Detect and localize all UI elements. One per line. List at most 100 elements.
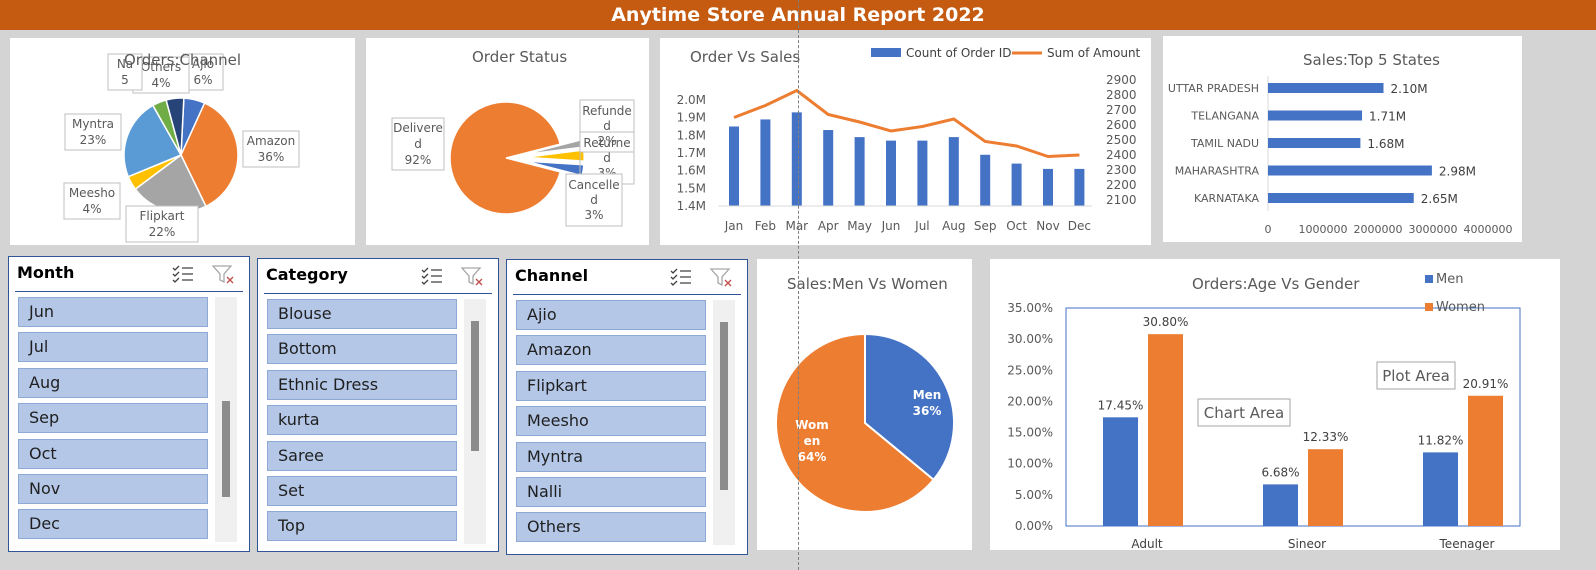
bar-teenager-women[interactable]	[1468, 395, 1503, 526]
order-bar-jul[interactable]	[917, 140, 928, 206]
order-status-chart[interactable]: Delivere d 92% Refunde d 2% Returne d 3%…	[366, 38, 649, 245]
clear-filter-icon[interactable]	[709, 266, 733, 288]
bar-sineor-women[interactable]	[1308, 449, 1343, 526]
bar-adult-men[interactable]	[1103, 417, 1138, 526]
month-slicer-scroll-thumb[interactable]	[222, 401, 230, 497]
order-bar-jun[interactable]	[886, 140, 896, 206]
order-bar-oct[interactable]	[1011, 163, 1022, 206]
bar-adult-women[interactable]	[1148, 334, 1183, 526]
clear-filter-icon[interactable]	[460, 265, 484, 287]
category-item-kurta[interactable]: kurta	[267, 405, 457, 436]
state-bar-uttar-pradesh[interactable]	[1268, 83, 1384, 93]
age-gender-y-tick: 20.00%	[1007, 394, 1053, 408]
right-tick-label: 2600	[1106, 118, 1137, 132]
category-item-set[interactable]: Set	[267, 476, 457, 506]
order-bar-feb[interactable]	[760, 119, 771, 206]
svg-text:d: d	[603, 119, 611, 133]
month-item-sep[interactable]: Sep	[18, 403, 208, 434]
order-bar-jan[interactable]	[729, 126, 739, 207]
age-category-label: Adult	[1131, 537, 1163, 550]
order-status-pie	[449, 101, 585, 215]
left-axis-ticks: 2.0M 1.9M 1.8M 1.7M 1.6M 1.5M 1.4M	[677, 93, 706, 213]
category-slicer[interactable]: Category Blouse Bottom Ethnic Dress kurta Sa…	[257, 258, 499, 552]
age-gender-y-tick: 35.00%	[1007, 301, 1053, 315]
category-item-saree[interactable]: Saree	[267, 440, 457, 471]
clear-filter-icon[interactable]	[211, 263, 235, 285]
category-item-top[interactable]: Top	[267, 511, 457, 542]
month-label: Jun	[881, 219, 901, 233]
channel-slicer-header: Channel	[515, 266, 589, 285]
sum-amount-line	[733, 88, 1080, 159]
orders-channel-chart[interactable]: Ajio 6% Amazon 36% Flipkart 22% Meesho 4% Myntra…	[10, 38, 355, 245]
top-states-chart[interactable]: UTTAR PRADESH 2.10M TELANGANA 1.71M TAMIL NA…	[1163, 36, 1522, 242]
state-value-label: 2.65M	[1421, 192, 1458, 206]
women-pct: 64%	[798, 450, 827, 464]
right-tick-label: 2300	[1106, 163, 1137, 177]
channel-item-nalli[interactable]: Nalli	[516, 477, 706, 507]
orders-channel-pie	[123, 97, 239, 213]
men-women-chart[interactable]: Men 36% Wom en 64% Sales:Men Vs Women	[757, 259, 972, 550]
channel-slicer[interactable]: Channel Ajio Amazon Flipkart Meesho Myntra Na…	[506, 259, 748, 555]
state-x-tick: 3000000	[1409, 223, 1458, 236]
bar-value-label: 11.82%	[1418, 433, 1464, 447]
state-bar-maharashtra[interactable]	[1268, 165, 1432, 176]
month-item-nov[interactable]: Nov	[18, 474, 208, 504]
category-item-bottom[interactable]: Bottom	[267, 334, 457, 365]
cancelled-label: Cancelle d 3%	[565, 173, 623, 227]
state-value-label: 1.71M	[1369, 110, 1406, 124]
month-label: Dec	[1068, 219, 1091, 233]
month-slicer[interactable]: Month Jun Jul Aug Sep Oct Nov Dec	[8, 256, 250, 552]
order-bar-aug[interactable]	[948, 137, 959, 206]
channel-item-flipkart[interactable]: Flipkart	[516, 370, 706, 401]
svg-text:Flipkart: Flipkart	[140, 209, 185, 223]
men-women-svg: Men 36% Wom en 64%	[775, 332, 955, 513]
multi-select-icon[interactable]	[420, 265, 444, 287]
order-bar-dec[interactable]	[1074, 168, 1085, 206]
month-item-dec[interactable]: Dec	[18, 509, 208, 540]
bar-value-label: 12.33%	[1303, 430, 1349, 444]
legend-line-label: Sum of Amount	[1047, 46, 1141, 60]
channel-slicer-scroll-thumb[interactable]	[720, 322, 728, 490]
state-name: TAMIL NADU	[1190, 137, 1259, 150]
state-bar-tamil-nadu[interactable]	[1268, 138, 1361, 148]
month-item-aug[interactable]: Aug	[18, 367, 208, 398]
order-bar-may[interactable]	[854, 137, 865, 206]
svg-text:Refunde: Refunde	[582, 104, 632, 118]
order-bar-apr[interactable]	[823, 130, 834, 206]
age-gender-chart[interactable]: 35.00% 30.00% 25.00% 20.00% 15.00% 10.00% 5.00…	[990, 259, 1560, 551]
left-tick-label: 1.6M	[677, 164, 706, 178]
states-bars: UTTAR PRADESH 2.10M TELANGANA 1.71M TAMIL NA…	[1168, 82, 1476, 206]
multi-select-icon[interactable]	[171, 263, 195, 285]
order-bar-nov[interactable]	[1043, 168, 1053, 206]
bar-sineor-men[interactable]	[1263, 484, 1298, 526]
right-tick-label: 2900	[1106, 73, 1137, 87]
month-item-jun[interactable]: Jun	[18, 297, 208, 327]
order-vs-sales-chart[interactable]: Count of Order ID Sum of Amount 2.0M 1.9M…	[660, 38, 1151, 245]
state-bar-karnataka[interactable]	[1268, 193, 1414, 203]
svg-text:Plot Area: Plot Area	[1382, 367, 1450, 385]
order-bar-mar[interactable]	[791, 112, 802, 206]
channel-item-myntra[interactable]: Myntra	[516, 441, 706, 472]
svg-text:23%: 23%	[80, 133, 107, 147]
order-status-title: Order Status	[472, 48, 568, 66]
age-gender-bars: 17.45% 30.80% Adult 6.68% 12.33% Sineor 11.82%…	[1098, 315, 1509, 551]
channel-item-meesho[interactable]: Meesho	[516, 406, 706, 437]
category-item-ethnic-dress[interactable]: Ethnic Dress	[267, 369, 457, 400]
channel-item-ajio[interactable]: Ajio	[516, 300, 706, 330]
month-item-oct[interactable]: Oct	[18, 438, 208, 469]
svg-text:4%: 4%	[151, 76, 170, 90]
right-tick-label: 2100	[1106, 193, 1137, 207]
category-slicer-scroll-thumb[interactable]	[471, 321, 479, 451]
channel-item-others[interactable]: Others	[516, 512, 706, 543]
state-value-label: 1.68M	[1367, 137, 1404, 151]
bar-teenager-men[interactable]	[1423, 452, 1458, 526]
channel-item-amazon[interactable]: Amazon	[516, 335, 706, 366]
order-vs-sales-svg: Count of Order ID Sum of Amount 2.0M 1.9M…	[677, 46, 1141, 233]
state-bar-telangana[interactable]	[1268, 110, 1363, 121]
multi-select-icon[interactable]	[669, 266, 693, 288]
legend-men-swatch	[1425, 275, 1433, 283]
category-item-blouse[interactable]: Blouse	[267, 299, 457, 329]
month-item-jul[interactable]: Jul	[18, 332, 208, 363]
right-tick-label: 2400	[1106, 148, 1137, 162]
order-bar-sep[interactable]	[980, 154, 991, 206]
